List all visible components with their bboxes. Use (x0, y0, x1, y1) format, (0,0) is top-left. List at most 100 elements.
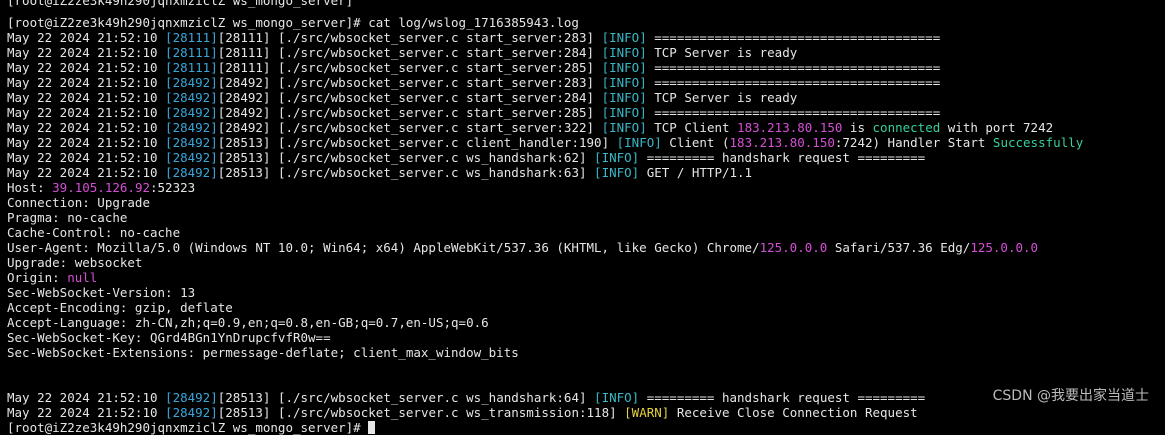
command-text: [root@iZ2ze3k49h290jqnxmziclZ ws_mongo_s… (7, 15, 579, 30)
timestamp: May 22 2024 21:52:10 (7, 45, 166, 60)
log-level: [INFO] (601, 60, 647, 75)
pid: [28111] (165, 45, 218, 60)
message-text: TCP Client (646, 120, 738, 135)
source-location: [./src/wbsocket_server.c client_handler:… (270, 135, 617, 150)
source-location: [./src/wbsocket_server.c start_server:28… (270, 90, 602, 105)
host-ip: 39.105.126.92 (52, 180, 150, 195)
source-location: [./src/wbsocket_server.c ws_handshark:62… (270, 150, 595, 165)
header-upgrade: Upgrade: websocket (7, 255, 143, 270)
header-user-agent: User-Agent: Mozilla/5.0 (Windows NT 10.0… (7, 240, 1165, 255)
pid: [28492] (165, 75, 218, 90)
warn-level: [WARN] (624, 405, 670, 420)
log-line-handshake-64: May 22 2024 21:52:10 [28492][28513] [./s… (7, 390, 1165, 405)
timestamp: May 22 2024 21:52:10 (7, 60, 166, 75)
pid: [28492] (165, 105, 218, 120)
log-level: [INFO] (601, 105, 647, 120)
timestamp: May 22 2024 21:52:10 (7, 165, 166, 180)
cursor-icon (368, 421, 376, 434)
log-level: [INFO] (594, 150, 640, 165)
timestamp: May 22 2024 21:52:10 (7, 30, 166, 45)
source-location: [./src/wbsocket_server.c start_server:32… (270, 120, 602, 135)
tid: [28513] (217, 165, 271, 180)
timestamp: May 22 2024 21:52:10 (7, 105, 166, 120)
message-text: ========= handshark request ========= (639, 150, 926, 165)
shell-prompt-line[interactable]: [root@iZ2ze3k49h290jqnxmziclZ ws_mongo_s… (7, 420, 1165, 435)
header-text: Safari/537.36 Edg/ (827, 240, 971, 255)
header-ws-version: Sec-WebSocket-Version: 13 (7, 285, 196, 300)
client-ip: 183.213.80.150 (729, 135, 835, 150)
message-text: ========= handshark request ========= (639, 390, 926, 405)
terminal-window[interactable]: [root@iZ2ze3k49h290jqnxmziclZ ws_mongo_s… (0, 0, 1165, 435)
log-line-handler: May 22 2024 21:52:10 [28492][28513] [./s… (7, 135, 1165, 150)
message-text: with port 7242 (940, 120, 1054, 135)
tid: [28492] (217, 105, 271, 120)
log-level: [INFO] (601, 75, 647, 90)
pid: [28111] (165, 60, 218, 75)
status-word: connected (872, 120, 941, 135)
log-level: [INFO] (601, 90, 647, 105)
tid: [28513] (217, 390, 271, 405)
log-line: May 22 2024 21:52:10 [28111][28111] [./s… (7, 60, 1165, 75)
header-name: Origin: (7, 270, 68, 285)
log-line-transmission-118: May 22 2024 21:52:10 [28492][28513] [./s… (7, 405, 1165, 420)
header-accept-encoding: Accept-Encoding: gzip, deflate (7, 300, 233, 315)
message-text: Client ( (661, 135, 730, 150)
header-name: Host: (7, 180, 53, 195)
version-number: 125.0.0.0 (970, 240, 1039, 255)
client-ip: 183.213.80.150 (737, 120, 843, 135)
pid: [28492] (165, 165, 218, 180)
header-accept-language: Accept-Language: zh-CN,zh;q=0.9,en;q=0.8… (7, 315, 489, 330)
message-text: is (842, 120, 873, 135)
pid: [28492] (165, 405, 218, 420)
source-location: [./src/wbsocket_server.c start_server:28… (270, 60, 602, 75)
host-port: :52323 (150, 180, 196, 195)
message-text: TCP Server is ready (646, 90, 798, 105)
timestamp: May 22 2024 21:52:10 (7, 75, 166, 90)
tid: [28513] (217, 150, 271, 165)
log-line-handshake-63: May 22 2024 21:52:10 [28492][28513] [./s… (7, 165, 1165, 180)
timestamp: May 22 2024 21:52:10 (7, 135, 166, 150)
timestamp: May 22 2024 21:52:10 (7, 390, 166, 405)
source-location: [./src/wbsocket_server.c ws_transmission… (270, 405, 625, 420)
header-origin: Origin: null (7, 270, 1165, 285)
header-connection: Connection: Upgrade (7, 195, 150, 210)
tid: [28111] (217, 30, 271, 45)
tid: [28111] (217, 60, 271, 75)
log-line: May 22 2024 21:52:10 [28492][28492] [./s… (7, 105, 1165, 120)
status-word: Successfully (992, 135, 1084, 150)
source-location: [./src/wbsocket_server.c ws_handshark:64… (270, 390, 595, 405)
origin-value: null (67, 270, 98, 285)
tid: [28513] (217, 405, 271, 420)
tid: [28492] (217, 90, 271, 105)
log-line-handshake-62: May 22 2024 21:52:10 [28492][28513] [./s… (7, 150, 1165, 165)
log-line: May 22 2024 21:52:10 [28492][28492] [./s… (7, 90, 1165, 105)
pid: [28492] (165, 135, 218, 150)
log-line: May 22 2024 21:52:10 [28492][28492] [./s… (7, 75, 1165, 90)
source-location: [./src/wbsocket_server.c start_server:28… (270, 30, 602, 45)
log-level: [INFO] (616, 135, 662, 150)
version-number: 125.0.0.0 (759, 240, 828, 255)
log-line-connected: May 22 2024 21:52:10 [28492][28492] [./s… (7, 120, 1165, 135)
source-location: [./src/wbsocket_server.c start_server:28… (270, 75, 602, 90)
log-line: May 22 2024 21:52:10 [28111][28111] [./s… (7, 45, 1165, 60)
log-line: May 22 2024 21:52:10 [28111][28111] [./s… (7, 30, 1165, 45)
pid: [28111] (165, 30, 218, 45)
header-host: Host: 39.105.126.92:52323 (7, 180, 1165, 195)
header-ws-key: Sec-WebSocket-Key: QGrd4BGn1YnDrupcfvfR0… (7, 330, 331, 345)
header-ws-extensions: Sec-WebSocket-Extensions: permessage-def… (7, 345, 519, 360)
message-text: ====================================== (646, 60, 941, 75)
blank-lines (7, 360, 1165, 390)
timestamp: May 22 2024 21:52:10 (7, 90, 166, 105)
timestamp: May 22 2024 21:52:10 (7, 150, 166, 165)
message-text: ====================================== (646, 75, 941, 90)
prompt-text: [root@iZ2ze3k49h290jqnxmziclZ ws_mongo_s… (7, 420, 369, 435)
log-level: [INFO] (601, 30, 647, 45)
message-text: Receive Close Connection Request (669, 405, 918, 420)
scrolled-prompt-line: [root@iZ2ze3k49h290jqnxmziclZ ws_mongo_s… (7, 0, 1165, 8)
message-text: TCP Server is ready (646, 45, 798, 60)
header-cache-control: Cache-Control: no-cache (7, 225, 181, 240)
prompt-text: [root@iZ2ze3k49h290jqnxmziclZ ws_mongo_s… (7, 0, 354, 8)
source-location: [./src/wbsocket_server.c ws_handshark:63… (270, 165, 595, 180)
log-level: [INFO] (601, 45, 647, 60)
header-pragma: Pragma: no-cache (7, 210, 128, 225)
